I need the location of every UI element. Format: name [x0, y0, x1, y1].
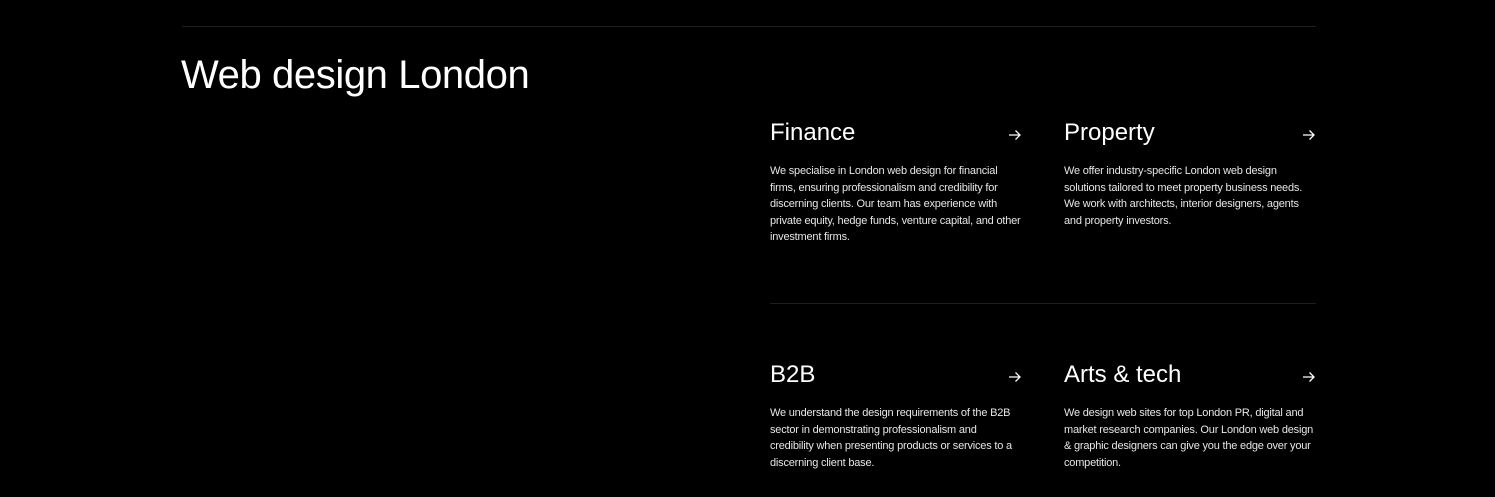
- card-finance: Finance We specialise in London web desi…: [770, 118, 1022, 246]
- arrow-right-icon[interactable]: [1008, 370, 1022, 384]
- card-finance-link[interactable]: Finance: [770, 118, 1022, 148]
- card-title: B2B: [770, 361, 816, 388]
- arrow-right-icon[interactable]: [1302, 128, 1316, 142]
- card-description: We specialise in London web design for f…: [770, 165, 1021, 244]
- card-b2b: B2B We understand the design requirement…: [770, 360, 1022, 471]
- card-title: Finance: [770, 119, 856, 146]
- card-description: We design web sites for top London PR, d…: [1064, 407, 1314, 469]
- row-divider: [770, 303, 1316, 304]
- card-arts-tech-link[interactable]: Arts & tech: [1064, 360, 1316, 390]
- card-arts-tech: Arts & tech We design web sites for top …: [1064, 360, 1316, 471]
- card-description: We understand the design requirements of…: [770, 407, 1012, 469]
- card-title: Property: [1064, 119, 1155, 146]
- page: Web design London Finance We specialise …: [0, 0, 1495, 497]
- card-description: We offer industry-specific London web de…: [1064, 165, 1303, 227]
- card-property: Property We offer industry-specific Lond…: [1064, 118, 1316, 229]
- card-title: Arts & tech: [1064, 361, 1182, 388]
- arrow-right-icon[interactable]: [1008, 128, 1022, 142]
- card-property-link[interactable]: Property: [1064, 118, 1316, 148]
- top-divider: [182, 26, 1316, 27]
- card-b2b-link[interactable]: B2B: [770, 360, 1022, 390]
- section-title: Web design London: [181, 53, 530, 97]
- arrow-right-icon[interactable]: [1302, 370, 1316, 384]
